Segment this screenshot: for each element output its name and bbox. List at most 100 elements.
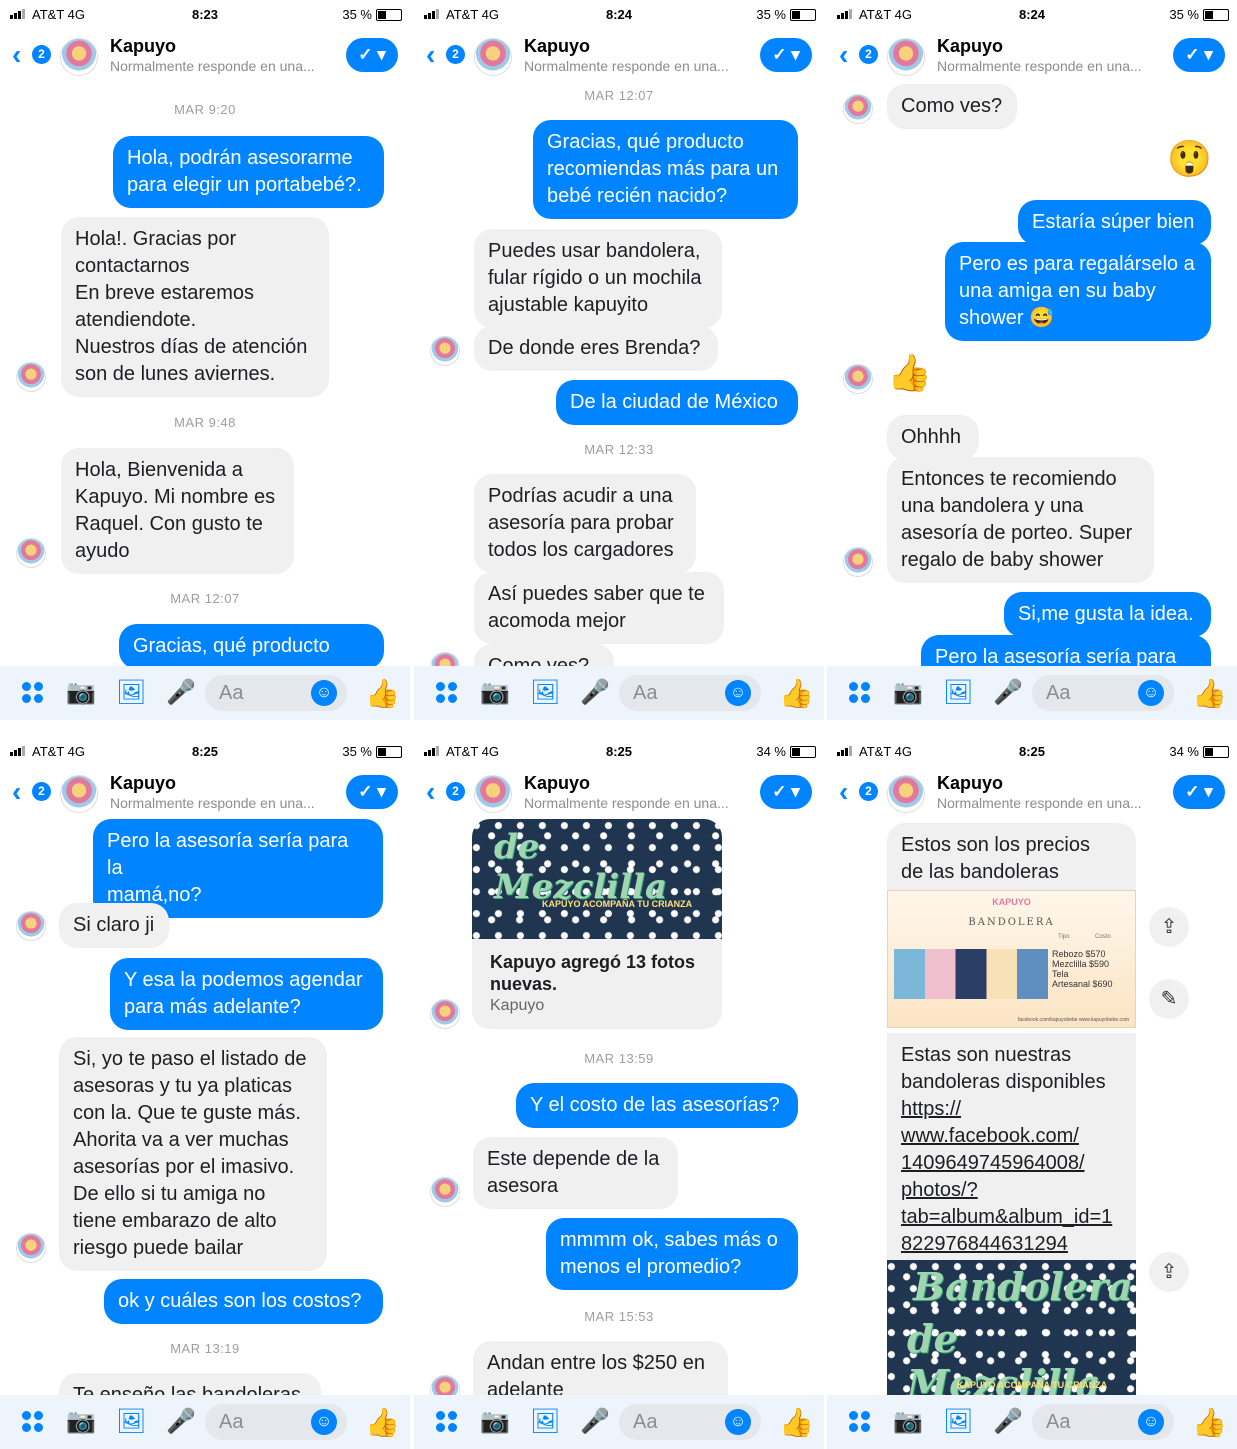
avatar[interactable] [60, 775, 98, 813]
message-input[interactable]: Aa ☺ [205, 1404, 347, 1440]
apps-icon[interactable] [22, 1411, 44, 1433]
edit-pencil-icon[interactable]: ✎ [1149, 979, 1189, 1019]
contact-name[interactable]: Kapuyo [110, 773, 176, 794]
contact-name[interactable]: Kapuyo [110, 36, 176, 57]
message-out[interactable]: Pero es para regalárselo a una amiga en s… [945, 242, 1211, 341]
like-icon[interactable]: 👍 [365, 677, 400, 710]
emoji-icon[interactable]: ☺ [1138, 680, 1164, 706]
message-input[interactable]: Aa ☺ [1032, 1404, 1174, 1440]
message-in[interactable]: Así puedes saber que te acomoda mejor [474, 572, 724, 644]
back-icon[interactable]: ‹ [839, 778, 848, 806]
link-line[interactable]: https:// [901, 1096, 1122, 1123]
back-icon[interactable]: ‹ [839, 41, 848, 69]
like-icon[interactable]: 👍 [1192, 1406, 1227, 1439]
check-dropdown-button[interactable]: ✓ ▾ [760, 775, 812, 809]
message-out[interactable]: ok y cuáles son los costos? [104, 1279, 383, 1324]
gallery-icon[interactable]: 🖼 [530, 679, 560, 707]
gallery-icon[interactable]: 🖼 [116, 1408, 146, 1436]
message-out[interactable]: Si,me gusta la idea. [1004, 592, 1211, 637]
message-out[interactable]: Hola, podrán asesorarme para elegir un po… [113, 136, 384, 208]
contact-name[interactable]: Kapuyo [524, 773, 590, 794]
emoji-icon[interactable]: ☺ [311, 1409, 337, 1435]
contact-name[interactable]: Kapuyo [524, 36, 590, 57]
message-out[interactable]: Gracias, qué producto recomiendas más par… [533, 120, 798, 219]
message-in[interactable]: Estos son los precios de las bandoleras [887, 823, 1136, 895]
message-in[interactable]: Si claro ji [59, 903, 169, 948]
share-icon[interactable]: ⇪ [1149, 1252, 1189, 1292]
message-input[interactable]: Aa ☺ [1032, 675, 1174, 711]
unread-badge[interactable]: 2 [859, 45, 878, 64]
gallery-icon[interactable]: 🖼 [943, 1408, 973, 1436]
message-in[interactable]: Entonces te recomiendo una bandolera y un… [887, 457, 1154, 583]
back-icon[interactable]: ‹ [12, 41, 21, 69]
back-icon[interactable]: ‹ [12, 778, 21, 806]
unread-badge[interactable]: 2 [446, 45, 465, 64]
like-icon[interactable]: 👍 [779, 1406, 814, 1439]
contact-name[interactable]: Kapuyo [937, 36, 1003, 57]
message-in[interactable]: Como ves? [474, 644, 614, 666]
message-in[interactable]: Hola!. Gracias por contactarnos En breve e… [61, 217, 329, 397]
message-in[interactable]: Te enseño las bandoleras [59, 1373, 321, 1395]
link-line[interactable]: 1409649745964008/ [901, 1150, 1122, 1177]
link-line[interactable]: tab=album&album_id=1 [901, 1204, 1122, 1231]
unread-badge[interactable]: 2 [859, 782, 878, 801]
camera-icon[interactable]: 📷 [480, 679, 510, 707]
like-icon[interactable]: 👍 [779, 677, 814, 710]
message-input[interactable]: Aa ☺ [619, 675, 761, 711]
camera-icon[interactable]: 📷 [66, 1408, 96, 1436]
avatar[interactable] [887, 775, 925, 813]
message-in[interactable]: Andan entre los $250 en adelante [473, 1341, 728, 1395]
message-out[interactable]: Pero la asesoría sería para la [921, 635, 1211, 666]
message-out[interactable]: Estaría súper bien [1018, 200, 1211, 245]
message-in[interactable]: Ohhhh [887, 415, 979, 460]
message-input[interactable]: Aa ☺ [205, 675, 347, 711]
camera-icon[interactable]: 📷 [480, 1408, 510, 1436]
apps-icon[interactable] [849, 682, 871, 704]
microphone-icon[interactable]: 🎤 [580, 679, 610, 707]
microphone-icon[interactable]: 🎤 [993, 679, 1023, 707]
avatar[interactable] [474, 38, 512, 76]
message-in[interactable]: Este depende de la asesora [473, 1137, 678, 1209]
back-icon[interactable]: ‹ [426, 778, 435, 806]
unread-badge[interactable]: 2 [32, 45, 51, 64]
message-out[interactable]: De la ciudad de México [556, 380, 798, 425]
message-out[interactable]: Y el costo de las asesorías? [516, 1083, 798, 1128]
microphone-icon[interactable]: 🎤 [580, 1408, 610, 1436]
message-in[interactable]: Estas son nuestras bandoleras disponibles… [887, 1033, 1136, 1262]
avatar[interactable] [887, 38, 925, 76]
apps-icon[interactable] [849, 1411, 871, 1433]
emoji-icon[interactable]: ☺ [311, 680, 337, 706]
check-dropdown-button[interactable]: ✓ ▾ [1173, 775, 1225, 809]
share-icon[interactable]: ⇪ [1149, 907, 1189, 947]
gallery-icon[interactable]: 🖼 [943, 679, 973, 707]
message-in[interactable]: Si, yo te paso el listado de asesoras y t… [59, 1037, 327, 1271]
microphone-icon[interactable]: 🎤 [166, 1408, 196, 1436]
microphone-icon[interactable]: 🎤 [166, 679, 196, 707]
message-in[interactable]: Podrías acudir a una asesoría para probar… [474, 474, 696, 573]
message-input[interactable]: Aa ☺ [619, 1404, 761, 1440]
link-line[interactable]: photos/? [901, 1177, 1122, 1204]
contact-name[interactable]: Kapuyo [937, 773, 1003, 794]
message-out[interactable]: Y esa la podemos agendar para más adelant… [110, 958, 383, 1030]
emoji-icon[interactable]: ☺ [725, 1409, 751, 1435]
unread-badge[interactable]: 2 [32, 782, 51, 801]
avatar[interactable] [60, 38, 98, 76]
album-card[interactable]: de Mezclilla KAPUYO ACOMPAÑA TU CRIANZA … [472, 819, 722, 1029]
link-line[interactable]: www.facebook.com/ [901, 1123, 1122, 1150]
camera-icon[interactable]: 📷 [66, 679, 96, 707]
camera-icon[interactable]: 📷 [893, 679, 923, 707]
apps-icon[interactable] [436, 1411, 458, 1433]
back-icon[interactable]: ‹ [426, 41, 435, 69]
check-dropdown-button[interactable]: ✓ ▾ [346, 38, 398, 72]
bandolera-image[interactable]: Bandolera de Mezclilla KAPUYO ACOMPAÑA T… [887, 1260, 1136, 1395]
camera-icon[interactable]: 📷 [893, 1408, 923, 1436]
apps-icon[interactable] [436, 682, 458, 704]
price-list-image[interactable]: KAPUYO BANDOLERA Tipo Costo Rebozo $570 M… [887, 890, 1136, 1028]
gallery-icon[interactable]: 🖼 [116, 679, 146, 707]
gallery-icon[interactable]: 🖼 [530, 1408, 560, 1436]
check-dropdown-button[interactable]: ✓ ▾ [760, 38, 812, 72]
emoji-icon[interactable]: ☺ [725, 680, 751, 706]
microphone-icon[interactable]: 🎤 [993, 1408, 1023, 1436]
message-in[interactable]: Como ves? [887, 84, 1017, 129]
message-in[interactable]: Hola, Bienvenida a Kapuyo. Mi nombre es Ra… [61, 448, 294, 574]
